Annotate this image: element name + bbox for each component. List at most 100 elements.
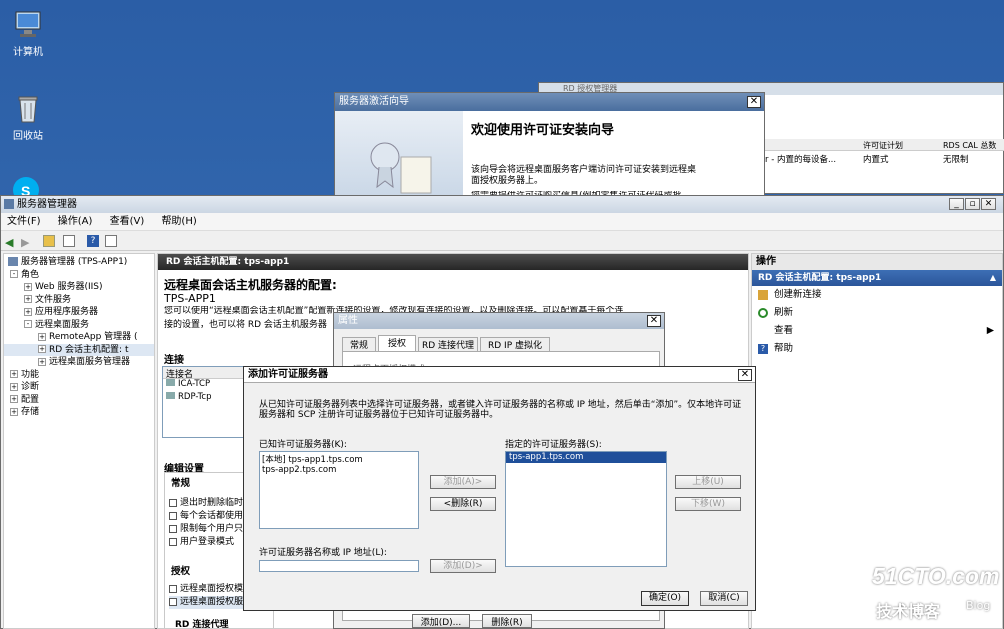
remove-server-button[interactable]: <删除(R): [430, 497, 496, 511]
desktop-icon-recycle-bin[interactable]: 回收站: [3, 92, 53, 142]
close-icon[interactable]: ✕: [738, 369, 752, 381]
tree-node-storage[interactable]: + 存储: [4, 406, 154, 419]
expand-icon[interactable]: +: [10, 382, 18, 391]
up-folder-icon[interactable]: [43, 235, 55, 247]
tree-node-features[interactable]: + 功能: [4, 369, 154, 382]
specified-servers-list[interactable]: tps-app1.tps.com: [505, 451, 667, 567]
help-icon[interactable]: ?: [87, 235, 99, 247]
tree-node-configuration[interactable]: + 配置: [4, 394, 154, 407]
desktop-icon-computer[interactable]: 计算机: [3, 8, 53, 58]
tab-licensing[interactable]: 授权: [378, 335, 416, 351]
add-server-button[interactable]: 添加(A)>: [430, 475, 496, 489]
list-item[interactable]: [本地] tps-app1.tps.com: [262, 455, 416, 465]
menu-file[interactable]: 文件(F): [7, 216, 41, 227]
certificate-icon: [370, 142, 432, 194]
expand-icon[interactable]: +: [10, 370, 18, 378]
computer-icon: [12, 8, 44, 40]
watermark-blog: Blog: [966, 599, 991, 612]
column-header: RDS CAL 总数: [943, 141, 997, 150]
tree-node-app-server[interactable]: + 应用程序服务器: [4, 306, 154, 319]
tree-node-diagnostics[interactable]: + 诊断: [4, 381, 154, 394]
settings-icon: [169, 537, 177, 546]
close-icon[interactable]: ✕: [647, 315, 661, 327]
watermark-subtitle: 技术博客: [876, 602, 941, 621]
action-refresh[interactable]: 刷新: [758, 304, 1002, 322]
menu-view[interactable]: 查看(V): [110, 216, 145, 227]
move-down-button[interactable]: 下移(W): [675, 497, 741, 511]
ok-button[interactable]: 确定(O): [641, 591, 689, 606]
specified-servers-label: 指定的许可证服务器(S):: [505, 440, 602, 450]
expand-icon[interactable]: +: [24, 282, 32, 291]
cancel-button[interactable]: 取消(C): [700, 591, 748, 606]
server-manager-titlebar: 服务器管理器 _ ▫ ✕: [1, 196, 1003, 213]
collapse-icon[interactable]: -: [10, 270, 18, 278]
wizard-banner: [335, 111, 463, 203]
expand-icon[interactable]: +: [24, 295, 32, 303]
actions-section-header[interactable]: RD 会话主机配置: tps-app1 ▲: [752, 270, 1002, 286]
center-description-2: 接的设置，也可以将 RD 会话主机服务器: [164, 320, 327, 330]
close-icon[interactable]: ✕: [747, 96, 761, 108]
tab-rd-ip-virtualization[interactable]: RD IP 虚拟化: [480, 337, 550, 351]
window-title: 服务器管理器: [17, 199, 77, 210]
action-view[interactable]: 查看 ▶: [758, 322, 1002, 340]
tree-node-remote-desktop-services[interactable]: - 远程桌面服务: [4, 319, 154, 332]
connections-label: 连接: [164, 355, 184, 366]
table-row[interactable]: r - 内置的每设备... 内置式 无限制: [763, 153, 1004, 165]
list-item[interactable]: tps-app1.tps.com: [506, 452, 666, 463]
view-icon: [758, 326, 768, 336]
tree-node-file-services[interactable]: + 文件服务: [4, 294, 154, 307]
expand-icon[interactable]: +: [10, 395, 18, 403]
show-hide-tree-icon[interactable]: [63, 235, 75, 247]
tab-rd-broker[interactable]: RD 连接代理: [418, 337, 478, 351]
collapse-icon[interactable]: ▲: [990, 270, 996, 286]
expand-icon[interactable]: +: [24, 307, 32, 316]
expand-icon[interactable]: +: [38, 345, 46, 353]
close-icon[interactable]: ✕: [981, 198, 996, 210]
menu-help[interactable]: 帮助(H): [161, 216, 196, 227]
known-servers-list[interactable]: [本地] tps-app1.tps.com tps-app2.tps.com: [259, 451, 419, 529]
minimize-icon[interactable]: _: [949, 198, 964, 210]
expand-icon[interactable]: +: [38, 357, 46, 366]
tree-node-rds-manager[interactable]: + 远程桌面服务管理器: [4, 356, 154, 369]
submenu-arrow-icon: ▶: [986, 325, 994, 336]
list-item[interactable]: tps-app2.tps.com: [262, 465, 416, 475]
tree-node-roles[interactable]: - 角色: [4, 269, 154, 282]
help-icon: ?: [758, 343, 768, 354]
action-create-connection[interactable]: 创建新连接: [758, 286, 1002, 304]
wizard-description: 该向导会将远程桌面服务客户端访问许可证安装到远程桌面授权服务器上。: [471, 165, 697, 186]
tree-node-web-server[interactable]: + Web 服务器(IIS): [4, 281, 154, 294]
add-license-server-dialog: 添加许可证服务器 ✕ 从已知许可证服务器列表中选择许可证服务器，或者键入许可证服…: [243, 366, 756, 611]
properties-icon[interactable]: [105, 235, 117, 247]
license-table-header: 许可证计划 RDS CAL 总数: [763, 139, 1004, 151]
refresh-icon: [758, 307, 768, 318]
action-help[interactable]: ? 帮助: [758, 340, 1002, 358]
forward-arrow-icon[interactable]: ▶: [21, 236, 29, 249]
expand-icon[interactable]: +: [10, 407, 18, 416]
wizard-title: 服务器激活向导: [339, 96, 409, 107]
server-name-input[interactable]: [259, 560, 419, 572]
properties-tabs: 常规 授权 RD 连接代理 RD IP 虚拟化: [342, 335, 662, 351]
restore-icon[interactable]: ▫: [965, 198, 980, 210]
server-name: TPS-APP1: [164, 292, 216, 305]
add-by-name-button[interactable]: 添加(D)>: [430, 559, 496, 573]
tree-node-server-manager[interactable]: 服务器管理器 (TPS-APP1): [4, 256, 154, 269]
move-up-button[interactable]: 上移(U): [675, 475, 741, 489]
tree-node-rd-session-host-config[interactable]: + RD 会话主机配置: t: [4, 343, 154, 356]
server-icon: [8, 257, 18, 266]
tab-general[interactable]: 常规: [342, 337, 376, 351]
expand-icon[interactable]: +: [38, 332, 46, 341]
server-name-label: 许可证服务器名称或 IP 地址(L):: [259, 548, 387, 558]
remove-button[interactable]: 删除(R): [482, 614, 532, 628]
add-license-titlebar: 添加许可证服务器: [244, 367, 755, 383]
dialog-description: 从已知许可证服务器列表中选择许可证服务器，或者键入许可证服务器的名称或 IP 地…: [259, 400, 742, 420]
back-arrow-icon[interactable]: ◀: [5, 236, 13, 249]
add-button[interactable]: 添加(D)...: [412, 614, 470, 628]
menu-action[interactable]: 操作(A): [58, 216, 93, 227]
properties-titlebar: 属性: [334, 313, 664, 329]
desktop-icon-label: 回收站: [13, 131, 43, 142]
collapse-icon[interactable]: -: [24, 320, 32, 328]
server-manager-icon: [4, 199, 14, 209]
column-header: 许可证计划: [863, 141, 903, 150]
tree-node-remoteapp[interactable]: + RemoteApp 管理器 (: [4, 331, 154, 344]
desktop-icon-label: 计算机: [13, 47, 43, 58]
